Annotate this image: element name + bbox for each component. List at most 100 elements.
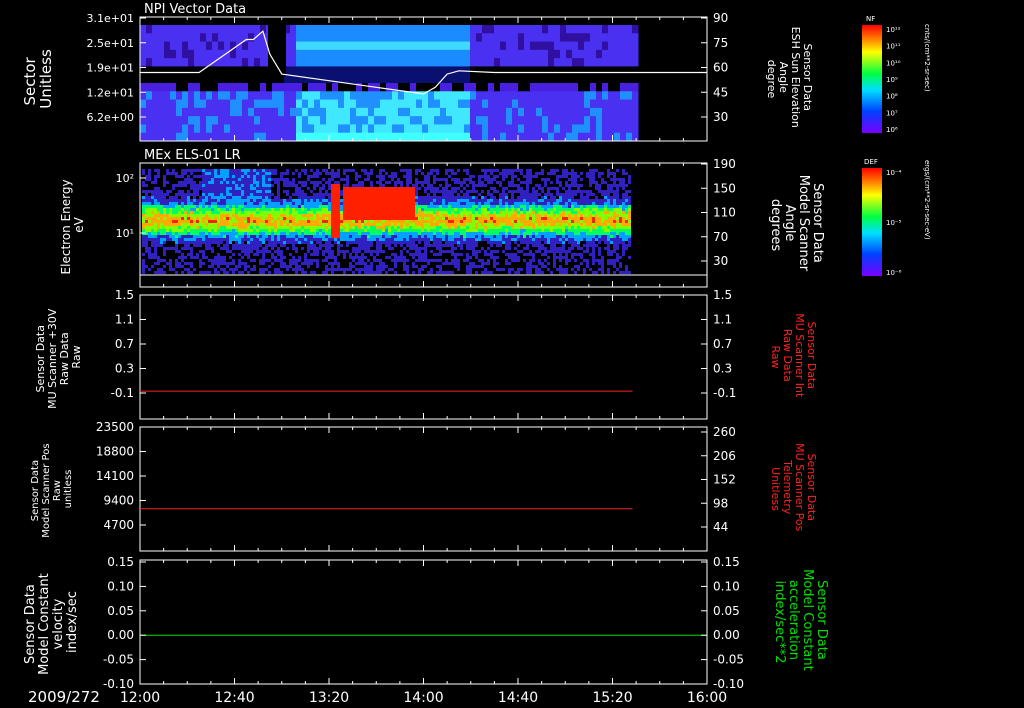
spectrogram-cell xyxy=(241,169,244,172)
spectrogram-cell xyxy=(475,226,478,229)
heatmap-cell xyxy=(362,91,369,101)
spectrogram-cell xyxy=(586,220,589,223)
spectrogram-cell xyxy=(541,232,544,235)
spectrogram-cell xyxy=(184,202,187,205)
spectrogram-cell xyxy=(232,193,235,196)
spectrogram-cell xyxy=(154,238,157,241)
spectrogram-cell xyxy=(583,217,586,220)
spectrogram-cell xyxy=(553,208,556,211)
spectrogram-cell xyxy=(469,220,472,223)
spectrogram-cell xyxy=(472,196,475,199)
heatmap-cell xyxy=(530,83,537,92)
spectrogram-cell xyxy=(478,181,481,184)
heatmap-cell xyxy=(446,49,453,59)
spectrogram-cell xyxy=(295,187,298,190)
spectrogram-cell xyxy=(181,193,184,196)
spectrogram-cell xyxy=(544,241,547,244)
spectrogram-cell xyxy=(370,199,373,202)
heatmap-cell xyxy=(152,91,159,101)
spectrogram-cell xyxy=(415,172,418,175)
spectrogram-cell xyxy=(229,223,232,226)
spectrogram-cell xyxy=(541,238,544,241)
spectrogram-cell xyxy=(460,226,463,229)
spectrogram-cell xyxy=(613,214,616,217)
spectrogram-cell xyxy=(352,229,355,232)
heatmap-cell xyxy=(260,49,267,59)
spectrogram-cell xyxy=(325,229,328,232)
heatmap-cell xyxy=(572,116,579,125)
heatmap-cell xyxy=(632,124,639,134)
spectrogram-cell xyxy=(460,181,463,184)
spectrogram-cell xyxy=(502,238,505,241)
spectrogram-cell xyxy=(490,172,493,175)
spectrogram-cell xyxy=(541,196,544,199)
spectrogram-cell xyxy=(517,208,520,211)
spectrogram-cell xyxy=(271,229,274,232)
heatmap-cell xyxy=(584,99,591,109)
spectrogram-cell xyxy=(598,202,601,205)
heatmap-cell xyxy=(380,107,387,117)
heatmap-cell xyxy=(344,107,351,117)
spectrogram-cell xyxy=(412,193,415,196)
spectrogram-cell xyxy=(346,187,349,190)
heatmap-cell xyxy=(632,41,639,51)
spectrogram-cell xyxy=(352,199,355,202)
spectrogram-cell xyxy=(427,175,430,178)
spectrogram-cell xyxy=(418,220,421,223)
spectrogram-cell xyxy=(298,229,301,232)
spectrogram-cell xyxy=(520,214,523,217)
spectrogram-cell xyxy=(244,196,247,199)
spectrogram-cell xyxy=(559,220,562,223)
heatmap-cell xyxy=(458,99,465,109)
spectrogram-cell xyxy=(550,172,553,175)
spectrogram-cell xyxy=(208,220,211,223)
spectrogram-cell xyxy=(499,214,502,217)
spectrogram-cell xyxy=(238,229,241,232)
spectrogram-cell xyxy=(331,214,334,217)
spectrogram-cell xyxy=(451,223,454,226)
spectrogram-cell xyxy=(565,199,568,202)
spectrogram-cell xyxy=(358,190,361,193)
spectrogram-cell xyxy=(508,190,511,193)
spectrogram-cell xyxy=(301,241,304,244)
spectrogram-cell xyxy=(592,199,595,202)
spectrogram-cell xyxy=(298,235,301,238)
heatmap-cell xyxy=(308,83,315,92)
spectrogram-cell xyxy=(352,211,355,214)
spectrogram-cell xyxy=(142,181,145,184)
spectrogram-cell xyxy=(313,184,316,187)
spectrogram-cell xyxy=(271,238,274,241)
heatmap-cell xyxy=(626,132,633,142)
spectrogram-cell xyxy=(481,190,484,193)
spectrogram-cell xyxy=(472,238,475,241)
heatmap-cell xyxy=(608,33,615,43)
spectrogram-cell xyxy=(556,202,559,205)
spectrogram-cell xyxy=(175,241,178,244)
spectrogram-cell xyxy=(490,169,493,172)
spectrogram-cell xyxy=(304,211,307,214)
spectrogram-cell xyxy=(613,178,616,181)
heatmap-cell xyxy=(590,107,597,117)
heatmap-cell xyxy=(542,107,549,117)
spectrogram-cell xyxy=(268,217,271,220)
spectrogram-cell xyxy=(352,202,355,205)
heatmap-cell xyxy=(512,116,519,125)
spectrogram-cell xyxy=(610,229,613,232)
spectrogram-cell xyxy=(292,199,295,202)
spectrogram-cell xyxy=(514,175,517,178)
heatmap-cell xyxy=(302,116,309,125)
heatmap-cell xyxy=(452,99,459,109)
spectrogram-cell xyxy=(457,226,460,229)
spectrogram-cell xyxy=(625,205,628,208)
spectrogram-cell xyxy=(589,238,592,241)
spectrogram-cell xyxy=(283,217,286,220)
spectrogram-cell xyxy=(208,199,211,202)
heatmap-cell xyxy=(164,74,171,84)
spectrogram-cell xyxy=(169,214,172,217)
spectrogram-cell xyxy=(430,172,433,175)
spectrogram-cell xyxy=(328,196,331,199)
spectrogram-cell xyxy=(202,235,205,238)
spectrogram-cell xyxy=(505,235,508,238)
heatmap-cell xyxy=(146,74,153,84)
heatmap-cell xyxy=(410,66,417,76)
